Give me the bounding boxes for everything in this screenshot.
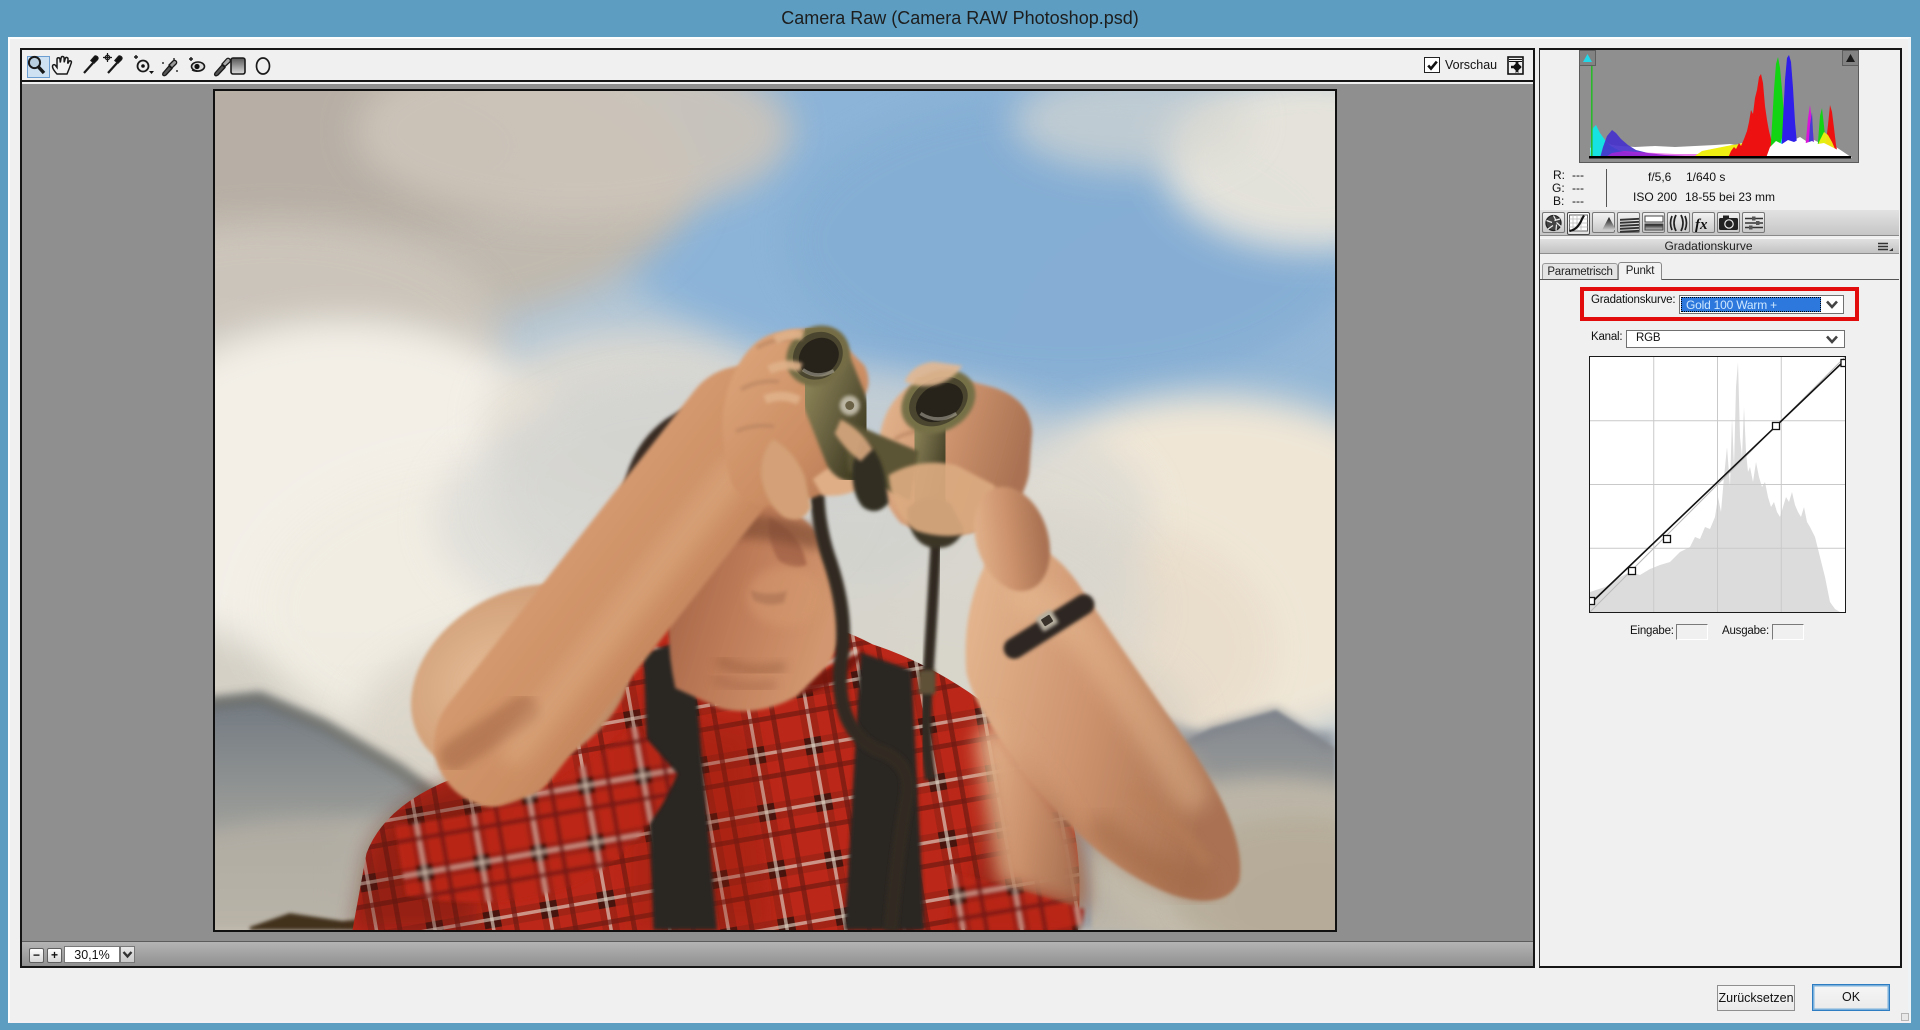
svg-text:fx: fx [1695, 217, 1708, 233]
